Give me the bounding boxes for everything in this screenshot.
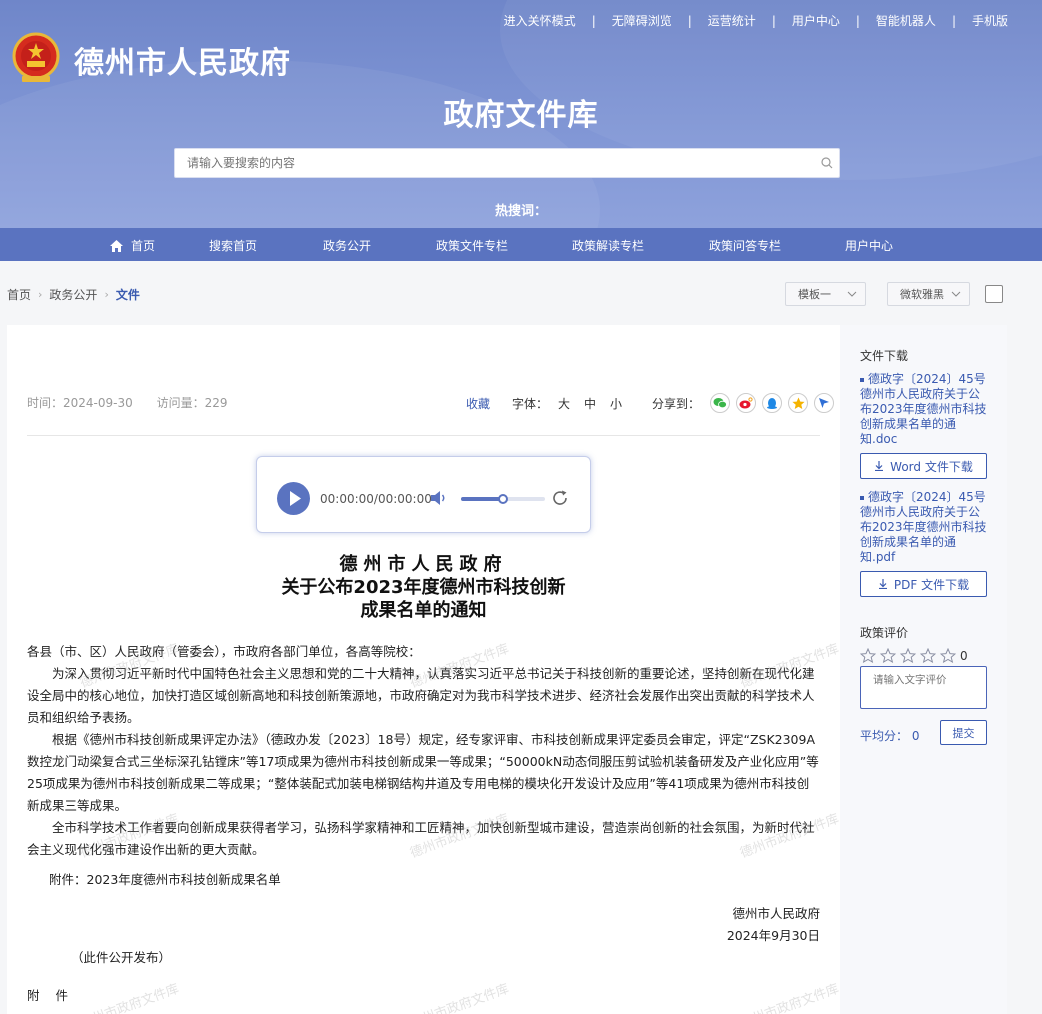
download-icon: [875, 461, 884, 471]
breadcrumb-current: 文件: [115, 288, 140, 302]
stats-link[interactable]: 运营统计: [708, 12, 756, 29]
search-box: [174, 148, 840, 178]
word-download-button[interactable]: Word 文件下载: [860, 453, 987, 479]
right-sidebar: 文件下载 德政字〔2024〕45号德州市人民政府关于公布2023年度德州市科技创…: [840, 325, 1007, 1014]
file-link-doc[interactable]: 德政字〔2024〕45号德州市人民政府关于公布2023年度德州市科技创新成果名单…: [860, 372, 990, 447]
accessibility-link[interactable]: 无障碍浏览: [612, 12, 672, 29]
breadcrumb-gov-affairs[interactable]: 政务公开: [49, 286, 97, 303]
reload-icon[interactable]: [551, 489, 569, 507]
mobile-link[interactable]: 手机版: [972, 12, 1008, 29]
font-select[interactable]: 微软雅黑: [887, 282, 970, 306]
rating-textarea[interactable]: [861, 667, 981, 703]
publish-time: 时间：2024-09-30: [27, 396, 133, 410]
font-size-label: 字体：: [512, 396, 549, 411]
rating-title: 政策评价: [860, 626, 909, 640]
paragraph: 为深入贯彻习近平新时代中国特色社会主义思想和党的二十大精神，认真落实习近平总书记…: [27, 666, 815, 725]
search-icon[interactable]: [821, 157, 833, 169]
robot-link[interactable]: 智能机器人: [876, 12, 936, 29]
home-icon: [110, 239, 123, 252]
font-size-medium[interactable]: 中: [584, 395, 596, 412]
nav-policy-qa[interactable]: 政策问答专栏: [709, 237, 781, 254]
nav-gov-affairs[interactable]: 政务公开: [323, 237, 371, 254]
salutation: 各县（市、区）人民政府（管委会），市政府各部门单位，各高等院校：: [27, 644, 421, 659]
article-panel: 时间：2024-09-30 访问量：229 收藏 字体： 大 中 小 分享到： …: [7, 325, 842, 1014]
search-input[interactable]: [175, 149, 795, 177]
attachment-heading: 附 件: [27, 988, 74, 1003]
watermark: 德州市政府文件库: [78, 981, 182, 1014]
nav-policy-files[interactable]: 政策文件专栏: [436, 237, 508, 254]
star-rating: 0: [860, 648, 968, 663]
qq-icon[interactable]: [762, 393, 783, 413]
hot-search-label: 热搜词：: [494, 204, 547, 219]
star-icon[interactable]: [860, 648, 876, 663]
star-icon[interactable]: [880, 648, 896, 663]
chevron-right-icon: ›: [38, 288, 43, 301]
article-actions: 收藏 字体： 大 中 小 分享到：: [466, 393, 840, 413]
sign-date: 2024年9月30日: [726, 928, 820, 943]
nav-search-home[interactable]: 搜索首页: [209, 237, 257, 254]
star-icon[interactable]: [920, 648, 936, 663]
main-nav: 首页 搜索首页 政务公开 政策文件专栏 政策解读专栏 政策问答专栏 用户中心: [0, 228, 1042, 261]
signature-block: 德州市人民政府 2024年9月30日: [727, 903, 820, 947]
library-title: 政府文件库: [443, 98, 599, 133]
rating-textarea-wrapper: [860, 666, 987, 709]
site-title: 德州市人民政府: [74, 46, 291, 81]
attachment-line: 附件：2023年度德州市科技创新成果名单: [49, 872, 281, 887]
divider: [27, 435, 820, 436]
breadcrumb: 首页 › 政务公开 › 文件: [7, 286, 140, 303]
share-label: 分享到：: [652, 396, 701, 411]
play-button[interactable]: [277, 482, 310, 515]
font-size-large[interactable]: 大: [558, 395, 570, 412]
pdf-download-button[interactable]: PDF 文件下载: [860, 571, 987, 597]
download-icon: [878, 579, 887, 589]
user-center-link[interactable]: 用户中心: [792, 12, 840, 29]
chevron-down-icon: [847, 291, 857, 297]
document-title: 德州市人民政府 关于公布2023年度德州市科技创新 成果名单的通知: [281, 554, 566, 621]
weibo-icon[interactable]: [736, 393, 757, 413]
file-link-pdf[interactable]: 德政字〔2024〕45号德州市人民政府关于公布2023年度德州市科技创新成果名单…: [860, 490, 990, 565]
star-icon[interactable]: [900, 648, 916, 663]
chevron-down-icon: [951, 291, 961, 297]
playback-time: 00:00:00/00:00:00: [320, 492, 432, 506]
play-icon: [290, 491, 301, 506]
document-body: 各县（市、区）人民政府（管委会），市政府各部门单位，各高等院校： 为深入贯彻习近…: [27, 641, 820, 861]
wechat-icon[interactable]: [710, 393, 731, 413]
national-emblem-icon: [12, 32, 60, 82]
volume-slider[interactable]: [461, 494, 545, 504]
nav-policy-interpretation[interactable]: 政策解读专栏: [572, 237, 644, 254]
share-more-icon[interactable]: [814, 393, 835, 413]
watermark: 德州市政府文件库: [738, 981, 842, 1014]
audio-player: 00:00:00/00:00:00: [256, 456, 591, 533]
qzone-icon[interactable]: [788, 393, 809, 413]
care-mode-link[interactable]: 进入关怀模式: [504, 12, 576, 29]
volume-icon[interactable]: [430, 490, 448, 506]
template-select[interactable]: 模板一: [785, 282, 866, 306]
nav-home[interactable]: 首页: [110, 237, 155, 254]
article-meta: 时间：2024-09-30 访问量：229: [27, 394, 247, 411]
font-size-small[interactable]: 小: [610, 395, 622, 412]
signer: 德州市人民政府: [732, 906, 820, 921]
publish-note: （此件公开发布）: [71, 950, 172, 965]
site-header: 进入关怀模式 | 无障碍浏览 | 运营统计 | 用户中心 | 智能机器人 | 手…: [0, 0, 1042, 228]
average-score: 平均分： 0: [860, 729, 920, 743]
nav-user-center[interactable]: 用户中心: [845, 237, 893, 254]
paragraph: 全市科学技术工作者要向创新成果获得者学习，弘扬科学家精神和工匠精神，加快创新型城…: [27, 820, 815, 857]
paragraph: 根据《德州市科技创新成果评定办法》（德政办发〔2023〕18号）规定，经专家评审…: [27, 732, 819, 813]
downloads-title: 文件下载: [860, 349, 909, 363]
option-checkbox[interactable]: [985, 285, 1003, 303]
favorite-link[interactable]: 收藏: [466, 395, 490, 412]
star-icon[interactable]: [940, 648, 956, 663]
visit-count: 访问量：229: [156, 396, 228, 410]
watermark: 德州市政府文件库: [408, 981, 512, 1014]
breadcrumb-home[interactable]: 首页: [7, 286, 31, 303]
rating-count: 0: [960, 648, 968, 663]
volume-slider-handle[interactable]: [498, 494, 508, 504]
top-links: 进入关怀模式 | 无障碍浏览 | 运营统计 | 用户中心 | 智能机器人 | 手…: [503, 12, 1008, 29]
chevron-right-icon: ›: [104, 288, 109, 301]
submit-button[interactable]: 提交: [940, 720, 987, 745]
